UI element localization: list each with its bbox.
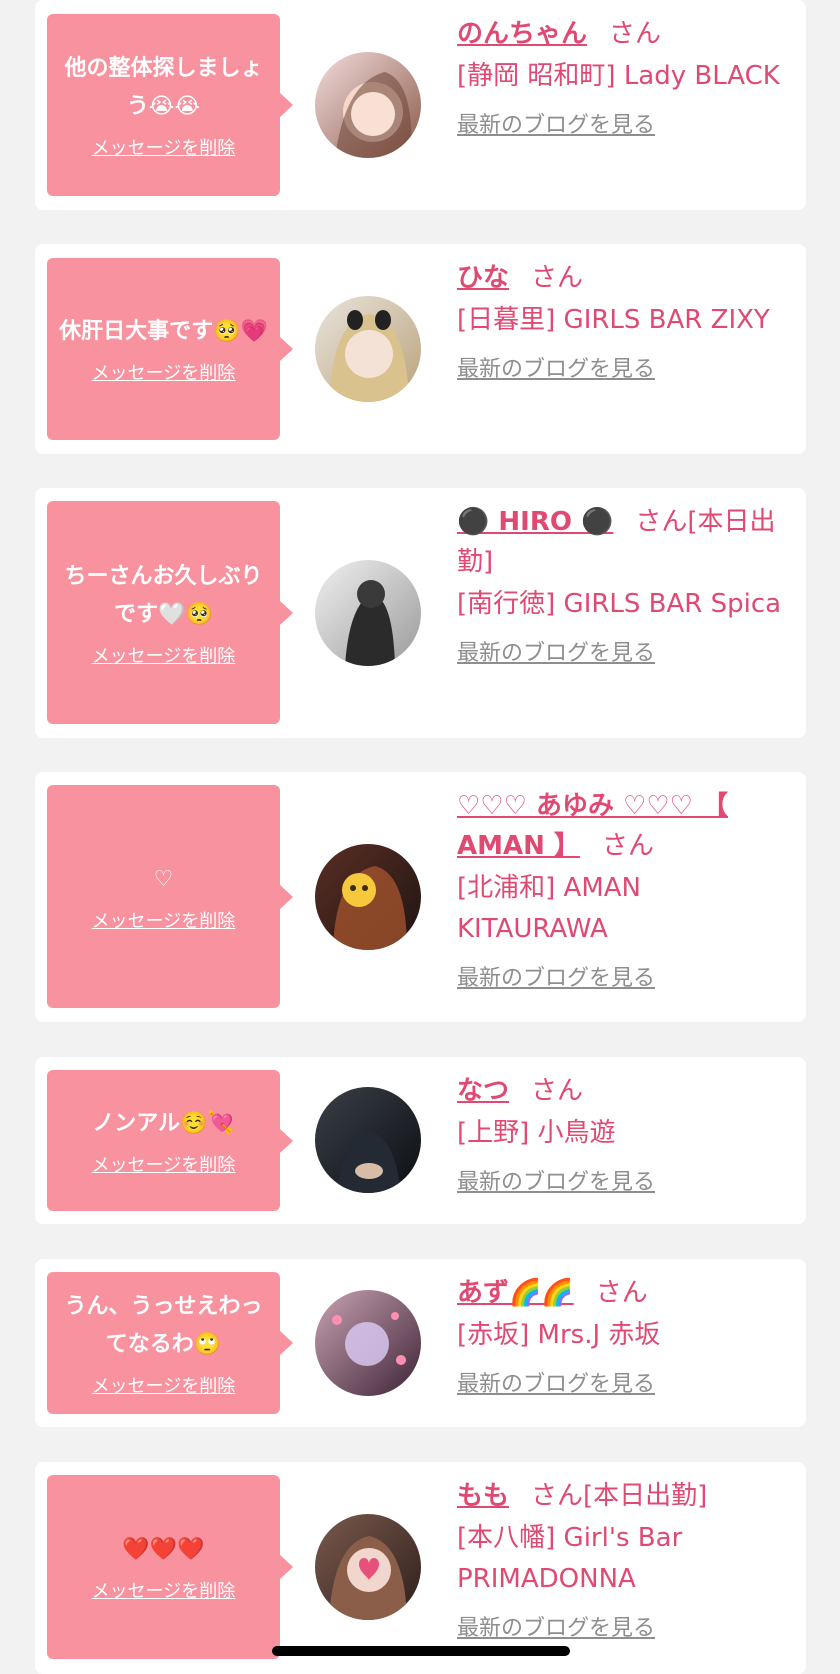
message-bubble: ❤️❤️❤️ メッセージを削除 [47, 1475, 293, 1659]
avatar[interactable] [315, 1290, 421, 1396]
shop-name: [本八幡] Girl's Bar PRIMADONNA [457, 1523, 683, 1594]
name-suffix: さん [601, 831, 654, 861]
message-card: 休肝日大事です🥺💗 メッセージを削除 ひな さん [日暮里] GIRLS BAR … [35, 244, 806, 454]
latest-blog-link[interactable]: 最新のブログを見る [457, 351, 655, 383]
name-suffix: さん [595, 1278, 648, 1308]
message-text: うん、うっせえわってなるわ🙄 [64, 1294, 263, 1357]
name-suffix: さん[本日出勤] [531, 1481, 708, 1511]
home-indicator [272, 1646, 570, 1656]
shop-name: [日暮里] GIRLS BAR ZIXY [457, 305, 770, 335]
delete-message-link[interactable]: メッセージを削除 [92, 1577, 236, 1603]
latest-blog-link[interactable]: 最新のブログを見る [457, 1610, 655, 1642]
message-card: 他の整体探しましょう😭😭 メッセージを削除 のんちゃん さん [静岡 昭和町] L… [35, 0, 806, 210]
sender-name-line: なつ さん [457, 1071, 792, 1111]
sender-name-link[interactable]: あず🌈🌈 [457, 1278, 574, 1308]
message-card: ちーさんお久しぶりです🤍🥺 メッセージを削除 ⚫️ HIRO ⚫️ さん[本日出勤… [35, 488, 806, 738]
latest-blog-link[interactable]: 最新のブログを見る [457, 635, 655, 667]
message-text: ❤️❤️❤️ [122, 1537, 205, 1562]
message-card: ❤️❤️❤️ メッセージを削除 もも さん[本日出勤] [本八幡] Girl's … [35, 1462, 806, 1674]
message-bubble: 休肝日大事です🥺💗 メッセージを削除 [47, 258, 293, 440]
message-bubble: ちーさんお久しぶりです🤍🥺 メッセージを削除 [47, 501, 293, 724]
name-suffix: さん [531, 263, 584, 293]
latest-blog-link[interactable]: 最新のブログを見る [457, 1366, 655, 1398]
sender-name-line: ♡♡♡ あゆみ ♡♡♡ 【 AMAN 】さん [457, 786, 792, 866]
sender-name-line: あず🌈🌈 さん [457, 1273, 792, 1313]
shop-name: [北浦和] AMAN KITAURAWA [457, 873, 642, 944]
avatar[interactable] [315, 1514, 421, 1620]
sender-name-link[interactable]: ♡♡♡ あゆみ ♡♡♡ 【 AMAN 】 [457, 791, 728, 861]
sender-name-line: ひな さん [457, 258, 792, 298]
sender-name-link[interactable]: もも [457, 1481, 509, 1511]
sender-name-link[interactable]: ⚫️ HIRO ⚫️ [457, 507, 613, 537]
message-text: ♡ [153, 866, 174, 892]
delete-message-link[interactable]: メッセージを削除 [92, 359, 236, 385]
delete-message-link[interactable]: メッセージを削除 [92, 642, 236, 668]
sender-name-line: ⚫️ HIRO ⚫️ さん[本日出勤] [457, 502, 792, 582]
name-suffix: さん [531, 1076, 584, 1106]
shop-name: [静岡 昭和町] Lady BLACK [457, 61, 780, 91]
shop-name: [赤坂] Mrs.J 赤坂 [457, 1320, 661, 1350]
message-bubble: ♡ メッセージを削除 [47, 785, 293, 1008]
name-suffix: さん [609, 19, 662, 49]
message-text: ノンアル☺️💘 [92, 1110, 235, 1136]
message-text: 他の整体探しましょう😭😭 [64, 56, 263, 119]
sender-name-link[interactable]: のんちゃん [457, 19, 587, 49]
avatar[interactable] [315, 560, 421, 666]
sender-name-line: のんちゃん さん [457, 14, 792, 54]
shop-name: [上野] 小鳥遊 [457, 1118, 616, 1148]
latest-blog-link[interactable]: 最新のブログを見る [457, 960, 655, 992]
sender-name-line: もも さん[本日出勤] [457, 1476, 792, 1516]
message-card: うん、うっせえわってなるわ🙄 メッセージを削除 あず🌈🌈 さん [赤坂] Mrs.… [35, 1259, 806, 1427]
message-text: ちーさんお久しぶりです🤍🥺 [64, 563, 263, 627]
delete-message-link[interactable]: メッセージを削除 [92, 1372, 236, 1398]
message-card: ♡ メッセージを削除 ♡♡♡ あゆみ ♡♡♡ 【 AMAN 】さん [北浦和] … [35, 772, 806, 1022]
latest-blog-link[interactable]: 最新のブログを見る [457, 107, 655, 139]
avatar[interactable] [315, 296, 421, 402]
message-text: 休肝日大事です🥺💗 [59, 319, 268, 344]
avatar[interactable] [315, 844, 421, 950]
latest-blog-link[interactable]: 最新のブログを見る [457, 1164, 655, 1196]
delete-message-link[interactable]: メッセージを削除 [92, 1151, 236, 1177]
message-bubble: ノンアル☺️💘 メッセージを削除 [47, 1070, 293, 1211]
delete-message-link[interactable]: メッセージを削除 [92, 134, 236, 160]
sender-name-link[interactable]: なつ [457, 1076, 509, 1106]
message-card: ノンアル☺️💘 メッセージを削除 なつ さん [上野] 小鳥遊 最新のブログを見る [35, 1057, 806, 1224]
message-bubble: 他の整体探しましょう😭😭 メッセージを削除 [47, 14, 293, 196]
avatar[interactable] [315, 1087, 421, 1193]
message-bubble: うん、うっせえわってなるわ🙄 メッセージを削除 [47, 1272, 293, 1414]
shop-name: [南行徳] GIRLS BAR Spica [457, 589, 782, 619]
avatar[interactable] [315, 52, 421, 158]
delete-message-link[interactable]: メッセージを削除 [92, 907, 236, 933]
sender-name-link[interactable]: ひな [457, 263, 509, 293]
